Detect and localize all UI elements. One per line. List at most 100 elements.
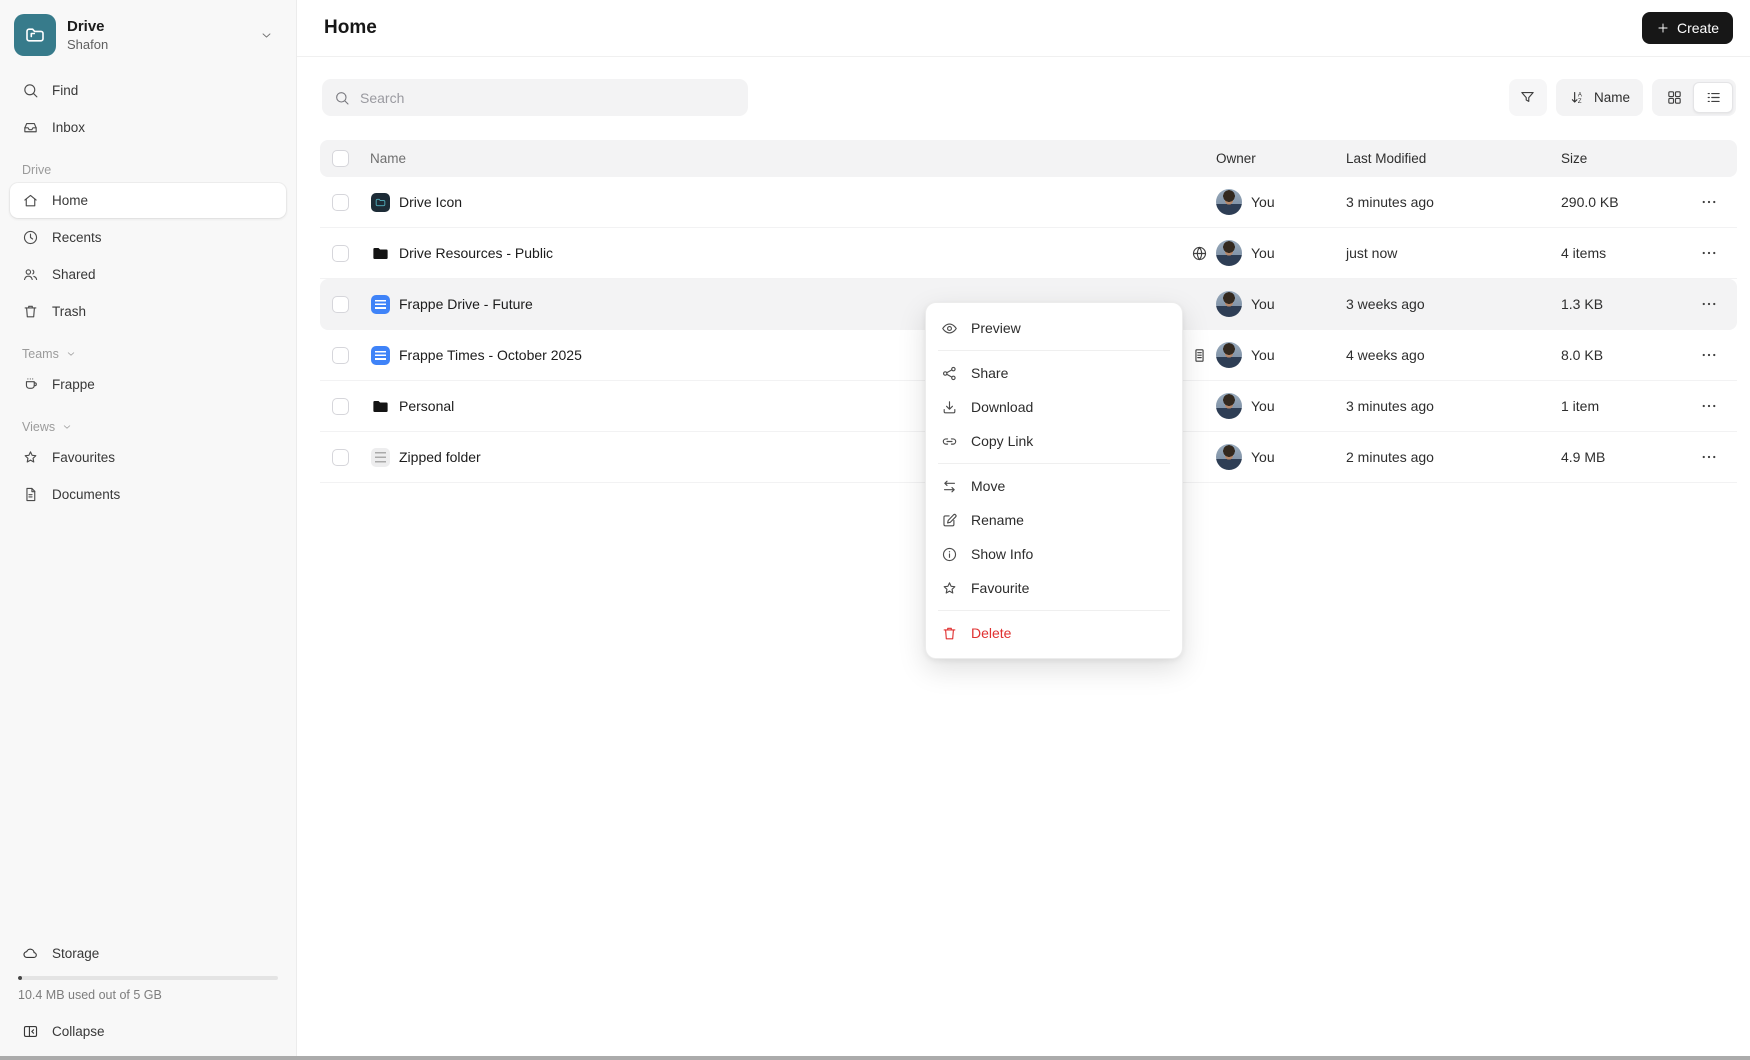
row-checkbox[interactable] — [332, 244, 349, 262]
menu-item-copy-link[interactable]: Copy Link — [926, 424, 1182, 458]
last-modified: just now — [1346, 245, 1398, 261]
row-actions-button[interactable] — [1691, 295, 1727, 313]
owner-label: You — [1251, 194, 1275, 210]
row-actions-button[interactable] — [1691, 244, 1727, 262]
home-icon — [22, 192, 39, 209]
select-all-checkbox[interactable] — [332, 150, 349, 167]
sidebar-item-inbox[interactable]: Inbox — [10, 110, 286, 145]
menu-item-show-info[interactable]: Show Info — [926, 537, 1182, 571]
owner-avatar — [1216, 189, 1242, 215]
sidebar-item-label: Recents — [52, 230, 102, 245]
sort-az-icon: A Z — [1569, 89, 1586, 106]
storage-progress-bar — [18, 976, 278, 980]
owner-label: You — [1251, 398, 1275, 414]
sidebar-item-label: Favourites — [52, 450, 116, 465]
search-box[interactable] — [322, 79, 748, 116]
column-header-size[interactable]: Size — [1561, 151, 1691, 166]
create-button[interactable]: Create — [1641, 12, 1733, 44]
sidebar-item-trash[interactable]: Trash — [10, 294, 286, 329]
sidebar-item-label: Inbox — [52, 120, 86, 135]
sidebar-item-favourites[interactable]: Favourites — [10, 440, 286, 475]
file-size: 1 item — [1561, 398, 1600, 414]
table-row[interactable]: Drive Resources - Public You just now 4 … — [320, 228, 1737, 279]
sidebar-item-label: Home — [52, 193, 89, 208]
owner-avatar — [1216, 393, 1242, 419]
storage-usage-text: 10.4 MB used out of 5 GB — [18, 988, 162, 1002]
file-size: 4.9 MB — [1561, 449, 1606, 465]
trash-icon — [941, 625, 958, 642]
menu-item-favourite[interactable]: Favourite — [926, 571, 1182, 605]
file-size: 4 items — [1561, 245, 1607, 261]
eye-icon — [941, 320, 958, 337]
sidebar-item-label: Shared — [52, 267, 96, 282]
menu-divider — [938, 610, 1170, 611]
column-header-last-modified[interactable]: Last Modified — [1346, 151, 1561, 166]
star-icon — [941, 580, 958, 597]
workspace-switcher[interactable]: Drive Shafon — [10, 12, 286, 58]
table-row[interactable]: Drive Icon You 3 minutes ago 290.0 KB — [320, 177, 1737, 228]
link-icon — [941, 433, 958, 450]
storage-label: Storage — [52, 945, 100, 961]
menu-item-download[interactable]: Download — [926, 390, 1182, 424]
list-view-button[interactable] — [1693, 82, 1733, 113]
last-modified: 3 minutes ago — [1346, 194, 1434, 210]
sidebar-item-find[interactable]: Find — [10, 73, 286, 108]
public-globe-icon — [1182, 245, 1216, 262]
sidebar-item-recents[interactable]: Recents — [10, 220, 286, 255]
section-label-views[interactable]: Views — [10, 420, 286, 434]
sidebar-item-label: Trash — [52, 304, 87, 319]
sidebar-item-shared[interactable]: Shared — [10, 257, 286, 292]
filter-button[interactable] — [1508, 79, 1547, 116]
search-icon — [22, 82, 39, 99]
file-size: 290.0 KB — [1561, 194, 1619, 210]
file-name: Drive Icon — [399, 194, 463, 210]
file-name: Drive Resources - Public — [399, 245, 554, 261]
owner-avatar — [1216, 342, 1242, 368]
svg-text:A: A — [1578, 93, 1582, 99]
sidebar-item-home[interactable]: Home — [10, 183, 286, 218]
list-header: Name Owner Last Modified Size — [320, 140, 1737, 177]
sort-button[interactable]: A Z Name — [1555, 79, 1643, 116]
owner-label: You — [1251, 347, 1275, 363]
chevron-down-icon — [65, 348, 77, 360]
list-icon — [1705, 89, 1722, 106]
search-input[interactable] — [360, 89, 736, 106]
sidebar: Drive Shafon Find Inbox Drive Home Recen… — [0, 0, 297, 1060]
row-actions-button[interactable] — [1691, 397, 1727, 415]
section-label-drive: Drive — [22, 163, 52, 177]
row-actions-button[interactable] — [1691, 193, 1727, 211]
row-checkbox[interactable] — [332, 193, 349, 211]
sidebar-item-documents[interactable]: Documents — [10, 477, 286, 512]
row-checkbox[interactable] — [332, 295, 349, 313]
zip-file-icon — [370, 447, 390, 467]
row-actions-button[interactable] — [1691, 346, 1727, 364]
row-checkbox[interactable] — [332, 346, 349, 364]
row-actions-button[interactable] — [1691, 448, 1727, 466]
chevron-down-icon — [259, 28, 274, 43]
collapse-sidebar-button[interactable]: Collapse — [10, 1014, 286, 1048]
menu-divider — [938, 463, 1170, 464]
view-toggle — [1652, 79, 1736, 116]
last-modified: 2 minutes ago — [1346, 449, 1434, 465]
drive-logo-icon — [14, 14, 56, 56]
sidebar-item-team-frappe[interactable]: Frappe — [10, 367, 286, 402]
section-label-teams[interactable]: Teams — [10, 347, 286, 361]
grid-icon — [1666, 89, 1683, 106]
menu-item-rename[interactable]: Rename — [926, 503, 1182, 537]
clock-icon — [22, 229, 39, 246]
page-title: Home — [324, 17, 377, 38]
sidebar-item-storage[interactable]: Storage — [10, 936, 286, 970]
column-header-name[interactable]: Name — [370, 151, 1182, 166]
row-checkbox[interactable] — [332, 397, 349, 415]
trash-icon — [22, 303, 39, 320]
owner-label: You — [1251, 245, 1275, 261]
grid-view-button[interactable] — [1655, 82, 1693, 113]
menu-item-share[interactable]: Share — [926, 356, 1182, 390]
menu-item-preview[interactable]: Preview — [926, 311, 1182, 345]
column-header-owner[interactable]: Owner — [1216, 151, 1346, 166]
menu-item-delete[interactable]: Delete — [926, 616, 1182, 650]
row-checkbox[interactable] — [332, 448, 349, 466]
sidebar-item-label: Find — [52, 83, 79, 98]
file-size: 8.0 KB — [1561, 347, 1604, 363]
menu-item-move[interactable]: Move — [926, 469, 1182, 503]
